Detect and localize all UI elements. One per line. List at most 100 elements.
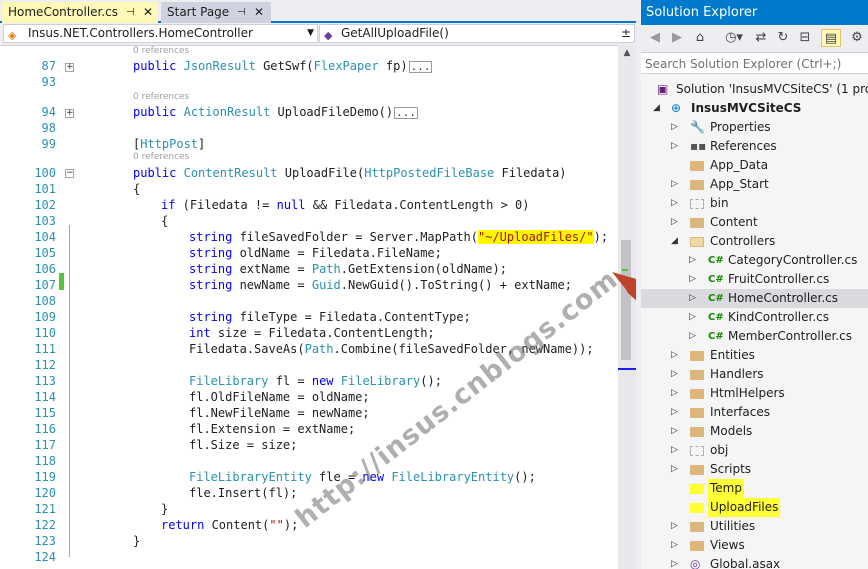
chevron-right-icon[interactable]: ▷ <box>671 403 678 422</box>
show-all-files-icon[interactable]: ▤ <box>821 29 841 47</box>
tree-project[interactable]: ◢ ⊕ InsusMVCSiteCS <box>641 99 868 118</box>
chevron-right-icon[interactable]: ▷ <box>671 346 678 365</box>
chevron-right-icon[interactable]: ▷ <box>671 194 678 213</box>
chevron-right-icon[interactable]: ▷ <box>671 118 678 137</box>
tree-label: UploadFiles <box>708 498 781 517</box>
solution-icon: ▣ <box>657 82 669 96</box>
back-icon[interactable]: ◀ <box>647 29 663 47</box>
tree-label: Models <box>710 424 753 438</box>
folder-icon <box>690 460 704 481</box>
forward-icon[interactable]: ▶ <box>669 29 685 47</box>
chevron-right-icon[interactable]: ▷ <box>671 175 678 194</box>
tree-label: Entities <box>710 348 755 362</box>
tree-item-kindcontroller[interactable]: ▷ C# KindController.cs <box>641 308 868 327</box>
explorer-toolbar: ◀ ▶ ⌂ ◷▾ ⇄ ↻ ⊟ ▤ ⚙ <box>641 25 868 52</box>
solution-explorer: Solution Explorer ◀ ▶ ⌂ ◷▾ ⇄ ↻ ⊟ ▤ ⚙ ▣ S… <box>641 0 868 569</box>
search-box[interactable] <box>641 52 868 75</box>
csharp-file-icon: C# <box>708 331 724 342</box>
folder-icon <box>690 422 704 443</box>
tree-item-interfaces[interactable]: ▷ Interfaces <box>641 403 868 422</box>
chevron-right-icon[interactable]: ▷ <box>689 327 696 346</box>
folder-icon <box>690 213 704 234</box>
tree-item-obj[interactable]: ▷ obj <box>641 441 868 460</box>
tree-label: obj <box>710 443 729 457</box>
tree-label: References <box>710 139 777 153</box>
tree-item-controllers[interactable]: ◢ Controllers <box>641 232 868 251</box>
tree-label: Content <box>710 215 758 229</box>
tree-item-uploadfiles[interactable]: UploadFiles <box>641 498 868 517</box>
tree-item-homecontroller[interactable]: ▷ C# HomeController.cs <box>641 289 868 308</box>
folder-icon <box>690 536 704 557</box>
tree-item-properties[interactable]: ▷ 🔧 Properties <box>641 118 868 137</box>
tree-item-utilities[interactable]: ▷ Utilities <box>641 517 868 536</box>
chevron-right-icon[interactable]: ▷ <box>671 536 678 555</box>
tree-item-bin[interactable]: ▷ bin <box>641 194 868 213</box>
chevron-down-icon[interactable]: ◢ <box>653 99 660 118</box>
tree-label: KindController.cs <box>728 310 830 324</box>
tree-label: Global.asax <box>710 557 781 569</box>
folder-icon <box>690 175 704 196</box>
history-icon[interactable]: ◷▾ <box>721 29 747 47</box>
collapse-all-icon[interactable]: ⊟ <box>797 29 813 47</box>
tree-item-global-asax[interactable]: ▷ ◎ Global.asax <box>641 555 868 569</box>
tree-label: Scripts <box>710 462 752 476</box>
chevron-right-icon[interactable]: ▷ <box>671 517 678 536</box>
tree-item-temp[interactable]: Temp <box>641 479 868 498</box>
tree-item-app-start[interactable]: ▷ App_Start <box>641 175 868 194</box>
chevron-right-icon[interactable]: ▷ <box>671 365 678 384</box>
wrench-icon[interactable]: ⚙ <box>849 29 865 47</box>
chevron-right-icon[interactable]: ▷ <box>671 422 678 441</box>
tree-item-fruitcontroller[interactable]: ▷ C# FruitController.cs <box>641 270 868 289</box>
csharp-file-icon: C# <box>708 255 724 266</box>
chevron-right-icon[interactable]: ▷ <box>671 460 678 479</box>
tree-label: bin <box>710 196 729 210</box>
tree-item-references[interactable]: ▷ ▪▪ References <box>641 137 868 156</box>
folder-icon <box>690 346 704 367</box>
tree-item-membercontroller[interactable]: ▷ C# MemberController.cs <box>641 327 868 346</box>
tree-label: CategoryController.cs <box>728 253 858 267</box>
chevron-down-icon[interactable]: ◢ <box>671 232 678 251</box>
tree-label: Handlers <box>710 367 764 381</box>
tree-item-app-data[interactable]: App_Data <box>641 156 868 175</box>
tree-solution[interactable]: ▣ Solution 'InsusMVCSiteCS' (1 project) <box>641 80 868 99</box>
sync-icon[interactable]: ⇄ <box>753 29 769 47</box>
tree-item-models[interactable]: ▷ Models <box>641 422 868 441</box>
tree-label: HomeController.cs <box>728 291 839 305</box>
chevron-right-icon[interactable]: ▷ <box>689 251 696 270</box>
chevron-right-icon[interactable]: ▷ <box>671 441 678 460</box>
tree-label: Temp <box>708 479 744 498</box>
tree-item-scripts[interactable]: ▷ Scripts <box>641 460 868 479</box>
tree-label: App_Start <box>710 177 769 191</box>
search-input[interactable] <box>641 53 867 75</box>
tree-item-content[interactable]: ▷ Content <box>641 213 868 232</box>
folder-icon <box>690 403 704 424</box>
folder-icon <box>690 365 704 386</box>
folder-icon <box>690 517 704 538</box>
tree-label: Properties <box>710 120 771 134</box>
tree-item-categorycontroller[interactable]: ▷ C# CategoryController.cs <box>641 251 868 270</box>
refresh-icon[interactable]: ↻ <box>775 29 791 47</box>
tree-label: HtmlHelpers <box>710 386 785 400</box>
chevron-right-icon[interactable]: ▷ <box>671 213 678 232</box>
web-project-icon: ⊕ <box>671 101 682 115</box>
tree-label: App_Data <box>710 158 769 172</box>
folder-icon <box>690 156 704 177</box>
tree-label: Interfaces <box>710 405 770 419</box>
home-icon[interactable]: ⌂ <box>691 29 709 47</box>
folder-icon <box>690 194 704 215</box>
chevron-right-icon[interactable]: ▷ <box>689 289 696 308</box>
tree-item-htmlhelpers[interactable]: ▷ HtmlHelpers <box>641 384 868 403</box>
tree-item-handlers[interactable]: ▷ Handlers <box>641 365 868 384</box>
tree-label: Utilities <box>710 519 756 533</box>
chevron-right-icon[interactable]: ▷ <box>671 384 678 403</box>
folder-icon <box>690 498 704 519</box>
chevron-right-icon[interactable]: ▷ <box>689 270 696 289</box>
tree-label: Solution 'InsusMVCSiteCS' (1 project) <box>676 82 868 96</box>
tree-label: MemberController.cs <box>728 329 852 343</box>
chevron-right-icon[interactable]: ▷ <box>671 555 678 569</box>
tree-label: Controllers <box>710 234 776 248</box>
chevron-right-icon[interactable]: ▷ <box>671 137 678 156</box>
tree-item-views[interactable]: ▷ Views <box>641 536 868 555</box>
chevron-right-icon[interactable]: ▷ <box>689 308 696 327</box>
tree-item-entities[interactable]: ▷ Entities <box>641 346 868 365</box>
